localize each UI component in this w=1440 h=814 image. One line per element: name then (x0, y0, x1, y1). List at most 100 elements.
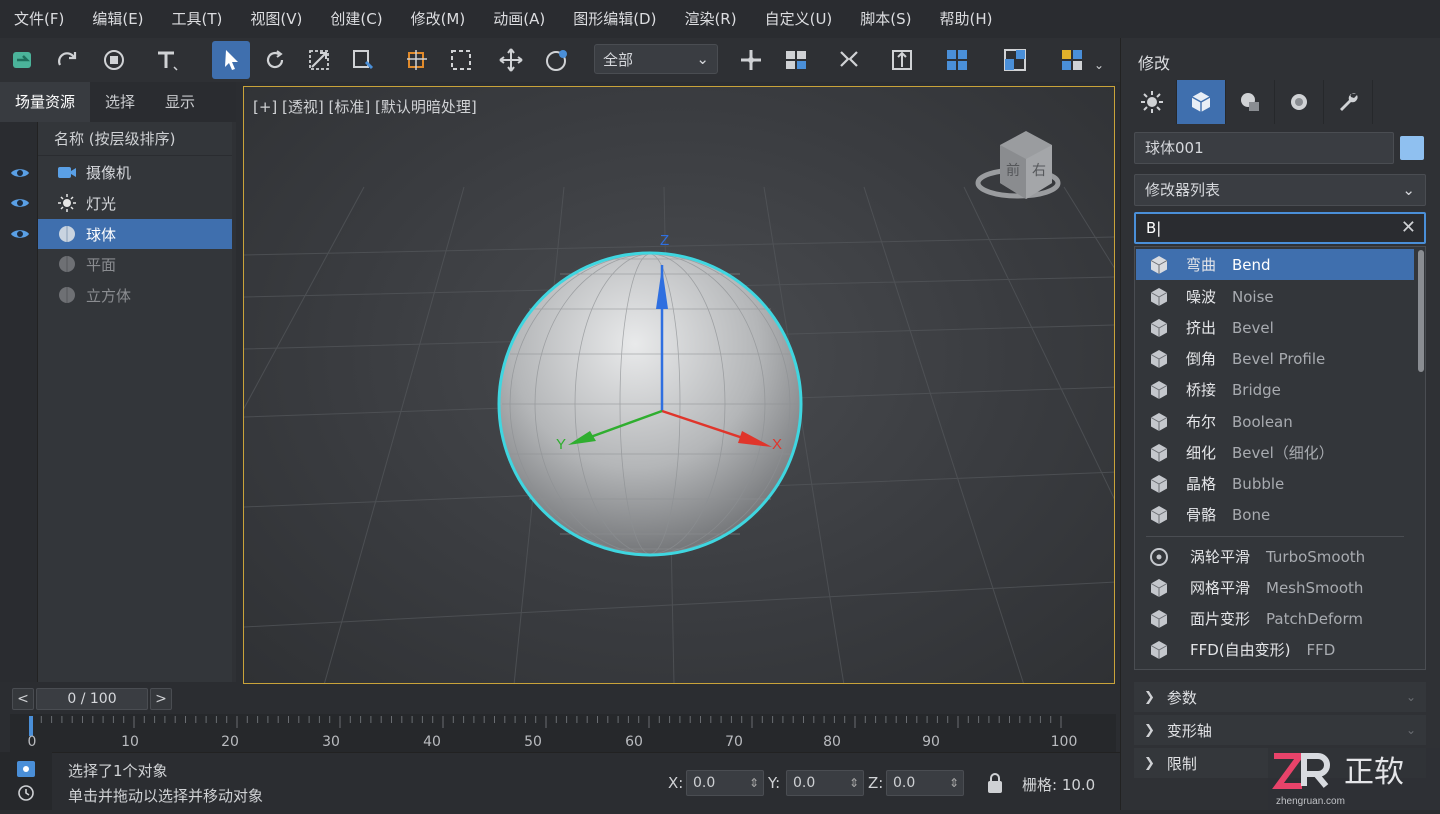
modifier-cube-icon (1150, 443, 1168, 462)
modifier-item-boolean[interactable]: 布尔 Boolean (1136, 406, 1414, 437)
tab-display[interactable]: 显示 (150, 82, 210, 122)
scene-list-header[interactable]: 名称 (按层级排序) (38, 122, 232, 156)
region-select-icon[interactable] (442, 41, 480, 79)
scene-item-sphere[interactable]: 球体 (38, 219, 232, 249)
redo-icon[interactable] (48, 41, 86, 79)
layers-icon[interactable] (777, 41, 815, 79)
viewport-label[interactable]: [+] [透视] [标准] [默认明暗处理] (253, 96, 477, 117)
modifier-item-lattice[interactable]: 晶格 Bubble (1136, 468, 1414, 499)
layer-explorer-icon[interactable] (996, 41, 1034, 79)
menu-help[interactable]: 帮助(H) (926, 0, 1007, 38)
menu-file[interactable]: 文件(F) (0, 0, 78, 38)
camera-icon (56, 161, 78, 183)
watermark-text: 正软 (1344, 755, 1404, 790)
scene-item-light[interactable]: 灯光 (38, 188, 232, 218)
modifier-name-zh: FFD(自由变形) (1190, 641, 1291, 659)
move-icon[interactable] (492, 41, 530, 79)
lock-icon[interactable] (986, 772, 1004, 794)
results-scrollbar[interactable] (1418, 250, 1424, 372)
tab-utilities[interactable] (1324, 80, 1373, 124)
eye-icon[interactable] (10, 166, 30, 180)
scene-item-box[interactable]: 立方体 (38, 280, 232, 310)
menu-animation[interactable]: 动画(A) (479, 0, 559, 38)
clock-icon[interactable] (16, 784, 36, 802)
tab-modify[interactable] (1177, 80, 1226, 124)
menu-edit[interactable]: 编辑(E) (78, 0, 157, 38)
y-coord-field[interactable]: 0.0 (786, 770, 864, 796)
modifier-item-bevel[interactable]: 挤出 Bevel (1136, 312, 1414, 343)
material-editor-icon[interactable] (1053, 41, 1091, 79)
rollout-parameters[interactable]: ❯ 参数 ⌄ (1134, 682, 1426, 712)
selection-filter-value: 全部 (603, 50, 634, 69)
tab-hierarchy[interactable] (1226, 80, 1275, 124)
menu-customize[interactable]: 自定义(U) (751, 0, 847, 38)
modifier-item-bone[interactable]: 骨骼 Bone (1136, 499, 1414, 530)
tab-scene[interactable]: 场量资源 (0, 82, 91, 122)
object-name-field[interactable]: 球体001 (1134, 132, 1394, 164)
menu-create[interactable]: 创建(C) (316, 0, 396, 38)
maxscript-listener-icon[interactable] (16, 760, 36, 778)
modifier-item-bridge[interactable]: 桥接 Bridge (1136, 374, 1414, 405)
perspective-viewport[interactable]: Z X Y 前 右 (243, 86, 1115, 684)
select-object-icon[interactable] (212, 41, 250, 79)
modifier-item-bend[interactable]: 弯曲 Bend (1136, 249, 1414, 280)
clear-search-icon[interactable]: ✕ (1401, 214, 1416, 242)
menu-rendering[interactable]: 渲染(R) (670, 0, 750, 38)
modifier-item-tessellate[interactable]: 细化 Bevel（细化） (1136, 437, 1414, 468)
mirror-icon[interactable] (830, 41, 868, 79)
modifier-item-meshsmooth[interactable]: 网格平滑 MeshSmooth (1136, 572, 1414, 603)
menu-tools[interactable]: 工具(T) (158, 0, 237, 38)
modifier-item-bevel-profile[interactable]: 倒角 Bevel Profile (1136, 343, 1414, 374)
track-bar[interactable] (10, 714, 1116, 752)
chevron-right-icon: ❯ (1144, 755, 1155, 771)
scale-icon[interactable] (300, 41, 338, 79)
menu-graph-editors[interactable]: 图形编辑(D) (559, 0, 670, 38)
pivot-icon[interactable] (732, 41, 770, 79)
tab-select[interactable]: 选择 (90, 82, 150, 122)
eye-icon[interactable] (10, 196, 30, 210)
menu-scripting[interactable]: 脚本(S) (846, 0, 925, 38)
modifier-list-dropdown[interactable]: 修改器列表 ⌄ (1134, 174, 1426, 206)
text-tool-icon[interactable] (148, 41, 186, 79)
z-coord-field[interactable]: 0.0 (886, 770, 964, 796)
align-icon[interactable] (883, 41, 921, 79)
cube-icon (1191, 92, 1211, 112)
menu-view[interactable]: 视图(V) (236, 0, 316, 38)
modifier-name-zh: 网格平滑 (1190, 579, 1251, 597)
sphere-icon (56, 223, 78, 245)
modifier-item-patchdeform[interactable]: 面片变形 PatchDeform (1136, 603, 1414, 634)
modifier-cube-icon (1150, 505, 1168, 524)
modifier-item-ffd[interactable]: FFD(自由变形) FFD (1136, 634, 1414, 665)
object-color-swatch[interactable] (1400, 136, 1424, 160)
rotate-icon[interactable] (256, 41, 294, 79)
toolbar-overflow-icon[interactable]: ⌄ (1094, 58, 1104, 72)
modifier-item-noise[interactable]: 噪波 Noise (1136, 281, 1414, 312)
reference-coordinate-icon[interactable] (538, 41, 576, 79)
watermark-logo: 正软 zhengruan.com (1268, 748, 1440, 810)
select-link-icon[interactable] (95, 41, 133, 79)
eye-icon[interactable] (10, 227, 30, 241)
place-icon[interactable] (398, 41, 436, 79)
next-frame-button[interactable]: > (150, 688, 172, 710)
x-coord-field[interactable]: 0.0 (686, 770, 764, 796)
select-by-name-icon[interactable] (344, 41, 382, 79)
undo-icon[interactable] (4, 41, 42, 79)
scene-explorer-icon[interactable] (938, 41, 976, 79)
modifier-search-input[interactable]: B| ✕ (1134, 212, 1426, 244)
tab-motion[interactable] (1275, 80, 1324, 124)
chevron-right-icon: ❯ (1144, 689, 1155, 705)
modifier-item-turbosmooth[interactable]: 涡轮平滑 TurboSmooth (1136, 541, 1414, 572)
prev-frame-button[interactable]: < (12, 688, 34, 710)
modifier-cube-icon (1150, 318, 1168, 337)
selection-filter-dropdown[interactable]: 全部 ⌄ (594, 44, 718, 74)
modifier-name-zh: 挤出 (1186, 319, 1217, 337)
modifier-name-zh: 倒角 (1186, 350, 1217, 368)
rollout-deform-axis[interactable]: ❯ 变形轴 ⌄ (1134, 715, 1426, 745)
scene-item-plane[interactable]: 平面 (38, 249, 232, 279)
scene-item-camera[interactable]: 摄像机 (38, 157, 232, 187)
menu-modify[interactable]: 修改(M) (397, 0, 480, 38)
collapse-icon: ⌄ (1405, 690, 1416, 704)
time-slider[interactable]: 0 / 100 (36, 688, 148, 710)
tab-create[interactable] (1128, 80, 1177, 124)
viewcube[interactable]: 前 右 (975, 131, 1061, 199)
